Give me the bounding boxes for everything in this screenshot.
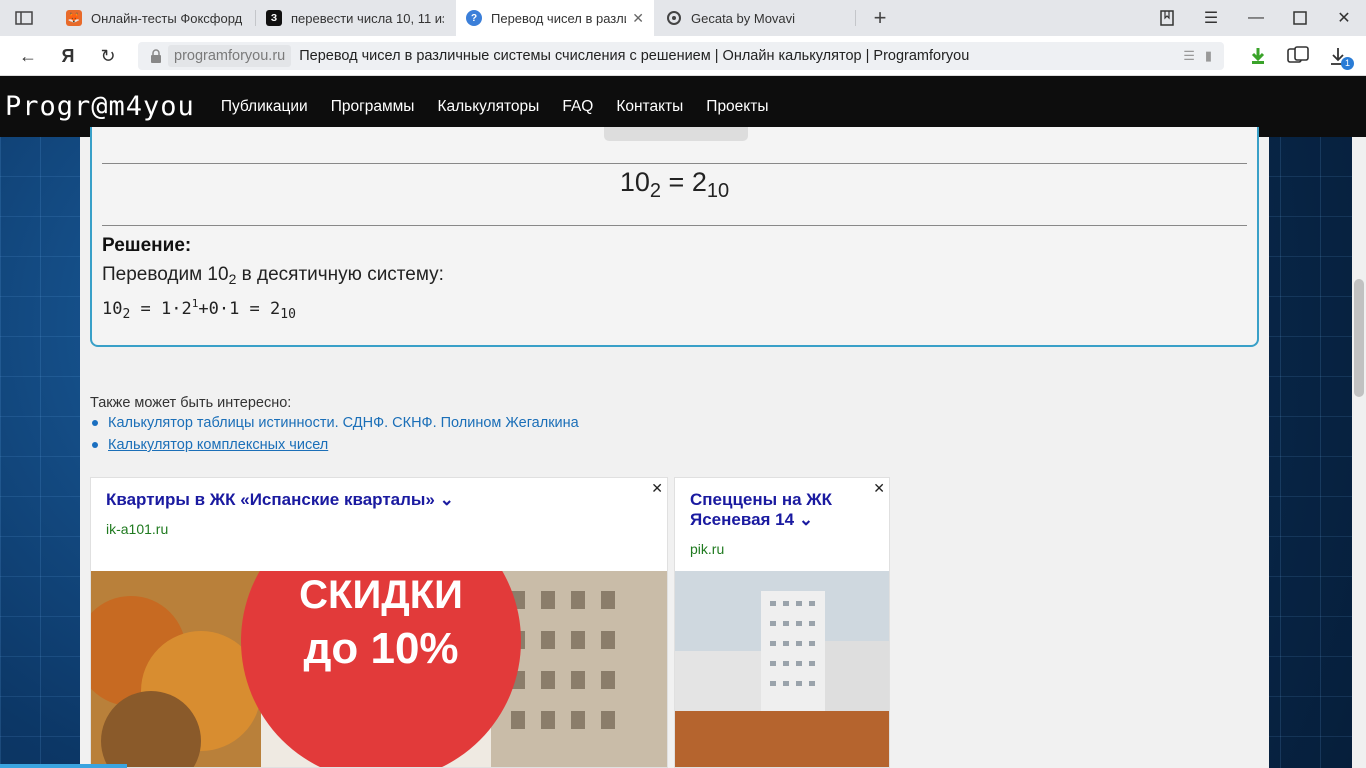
gecata-icon bbox=[666, 10, 682, 26]
loading-progress-bar bbox=[0, 764, 127, 768]
url-page-title: Перевод чисел в различные системы счисле… bbox=[299, 48, 970, 64]
download-extension-icon[interactable] bbox=[1246, 44, 1270, 68]
tab-title: Онлайн-тесты Фоксфорд bbox=[91, 10, 243, 26]
lock-icon bbox=[144, 49, 168, 63]
nav-projects[interactable]: Проекты bbox=[706, 98, 768, 116]
tab-foxford[interactable]: 🦊 Онлайн-тесты Фоксфорд bbox=[56, 0, 254, 36]
nav-calculators[interactable]: Калькуляторы bbox=[437, 98, 539, 116]
yandex-icon[interactable]: Я bbox=[56, 44, 80, 68]
solution-text: Переводим 102 в десятичную систему: bbox=[102, 264, 444, 287]
nav-publications[interactable]: Публикации bbox=[221, 98, 308, 116]
ad-domain[interactable]: ik-a101.ru bbox=[106, 521, 168, 537]
minimize-icon[interactable]: — bbox=[1243, 6, 1269, 30]
ad-banner-text: СКИДКИ bbox=[299, 573, 463, 617]
ad-block-pik[interactable]: Спеццены на ЖК Ясеневая 14 ⌄ pik.ru ✕ bbox=[674, 477, 890, 768]
close-icon[interactable]: ✕ bbox=[651, 480, 663, 497]
ad-title[interactable]: Квартиры в ЖК «Испанские кварталы» ⌄ bbox=[106, 490, 454, 510]
bookmark-icon[interactable]: ▮ bbox=[1205, 48, 1212, 64]
solution-formula: 102 = 1·21+0·1 = 210 bbox=[102, 297, 296, 322]
address-bar: ← Я ↻ programforyou.ru Перевод чисел в р… bbox=[0, 36, 1366, 76]
ad-banner-text: до 10% bbox=[303, 624, 458, 673]
maximize-icon[interactable] bbox=[1287, 6, 1313, 30]
chevron-down-icon[interactable]: ⌄ bbox=[799, 510, 813, 529]
nav-contacts[interactable]: Контакты bbox=[616, 98, 683, 116]
conversion-result: 102 = 210 bbox=[619, 167, 730, 202]
downloads-badge: 1 bbox=[1341, 57, 1354, 70]
bookmarks-icon[interactable] bbox=[1154, 6, 1180, 30]
url-field[interactable]: programforyou.ru Перевод чисел в различн… bbox=[138, 42, 1224, 70]
related-heading: Также может быть интересно: bbox=[90, 395, 292, 411]
translate-icon[interactable] bbox=[1286, 44, 1310, 68]
ad-image[interactable]: СКИДКИ до 10% bbox=[91, 571, 668, 767]
link-truth-table-calculator[interactable]: Калькулятор таблицы истинности. СДНФ. СК… bbox=[108, 415, 579, 431]
solution-title: Решение: bbox=[102, 235, 192, 256]
link-complex-numbers-calculator[interactable]: Калькулятор комплексных чисел bbox=[108, 437, 328, 453]
programforyou-icon: ? bbox=[466, 10, 482, 26]
nav-faq[interactable]: FAQ bbox=[562, 98, 593, 116]
page-scrollbar[interactable] bbox=[1352, 137, 1366, 768]
main-nav: Публикации Программы Калькуляторы FAQ Ко… bbox=[221, 98, 769, 116]
close-tab-icon[interactable]: ✕ bbox=[632, 10, 644, 27]
main-content: 102 = 210 Решение: Переводим 102 в десят… bbox=[80, 127, 1269, 768]
tab-strip: 🦊 Онлайн-тесты Фоксфорд З перевести числ… bbox=[0, 0, 1366, 36]
ad-domain[interactable]: pik.ru bbox=[690, 541, 724, 557]
divider bbox=[102, 163, 1247, 164]
url-domain: programforyou.ru bbox=[168, 45, 292, 67]
scrollbar-thumb[interactable] bbox=[1354, 279, 1364, 397]
reload-button[interactable]: ↻ bbox=[96, 44, 120, 68]
downloads-icon[interactable]: 1 bbox=[1326, 44, 1354, 70]
ad-block-ispanskie[interactable]: Квартиры в ЖК «Испанские кварталы» ⌄ ik-… bbox=[90, 477, 668, 768]
reader-mode-icon[interactable]: ☰ bbox=[1183, 48, 1195, 64]
menu-icon[interactable]: ☰ bbox=[1198, 6, 1224, 30]
related-links: Калькулятор таблицы истинности. СДНФ. СК… bbox=[92, 415, 579, 459]
close-window-icon[interactable]: ✕ bbox=[1331, 6, 1357, 30]
close-icon[interactable]: ✕ bbox=[873, 480, 885, 497]
list-item: Калькулятор комплексных чисел bbox=[92, 437, 579, 453]
calculate-button[interactable] bbox=[604, 127, 748, 141]
chevron-down-icon[interactable]: ⌄ bbox=[440, 490, 454, 509]
tab-gecata[interactable]: Gecata by Movavi bbox=[656, 0, 854, 36]
divider bbox=[102, 225, 1247, 226]
tabs-panel-icon[interactable] bbox=[10, 7, 38, 29]
tab-znanija[interactable]: З перевести числа 10, 11 из bbox=[256, 0, 454, 36]
znanija-icon: З bbox=[266, 10, 282, 26]
ad-image[interactable] bbox=[675, 571, 890, 767]
tab-title: Перевод чисел в различ bbox=[491, 10, 627, 26]
calculator-card: 102 = 210 Решение: Переводим 102 в десят… bbox=[90, 127, 1259, 347]
back-button[interactable]: ← bbox=[16, 44, 40, 68]
site-logo[interactable]: Progr@m4you bbox=[5, 91, 195, 122]
tab-title: перевести числа 10, 11 из bbox=[291, 10, 444, 26]
list-item: Калькулятор таблицы истинности. СДНФ. СК… bbox=[92, 415, 579, 431]
tab-programforyou[interactable]: ? Перевод чисел в различ ✕ bbox=[456, 0, 654, 36]
nav-programs[interactable]: Программы bbox=[331, 98, 415, 116]
fox-icon: 🦊 bbox=[66, 10, 82, 26]
tab-title: Gecata by Movavi bbox=[691, 10, 796, 26]
new-tab-button[interactable]: + bbox=[868, 5, 892, 30]
ad-title[interactable]: Спеццены на ЖК Ясеневая 14 ⌄ bbox=[690, 490, 832, 530]
